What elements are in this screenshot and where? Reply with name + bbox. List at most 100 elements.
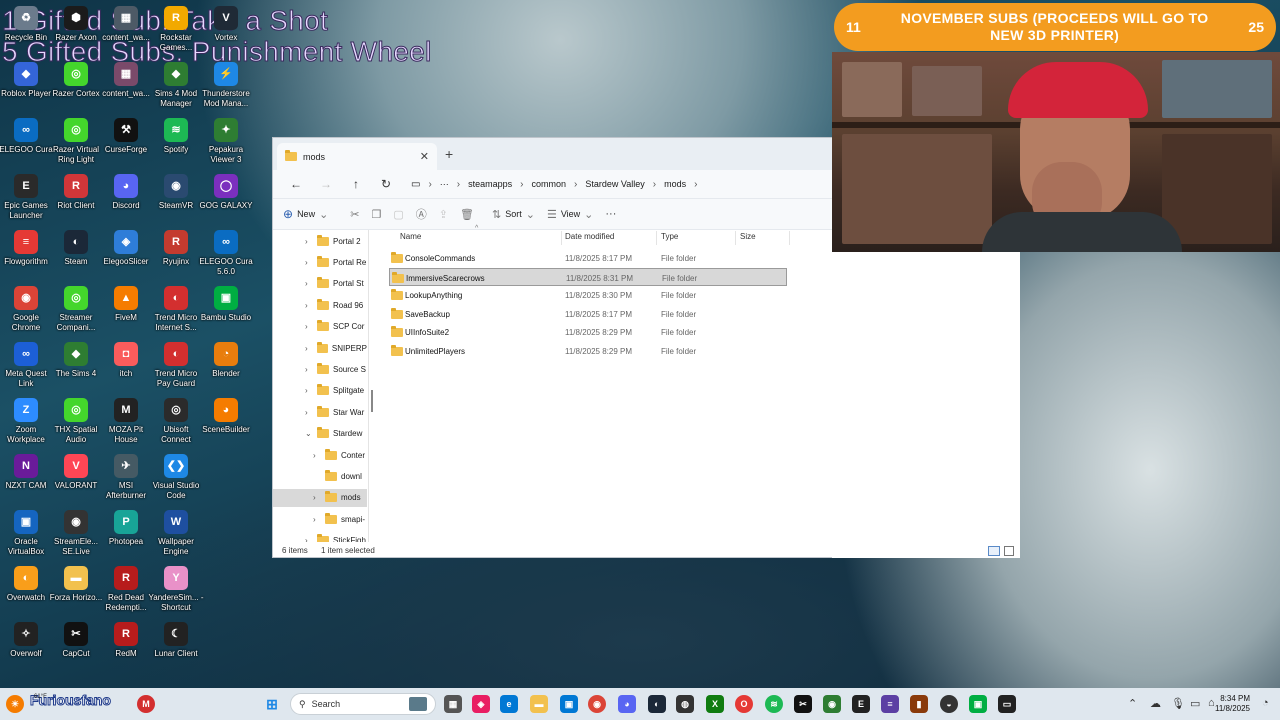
chevron-right-icon[interactable]: › xyxy=(305,279,313,288)
copilot-icon[interactable]: ◈ xyxy=(472,695,490,713)
desktop-icon[interactable]: ≡ Flowgorithm xyxy=(0,230,54,267)
nav-item[interactable]: › Road 96 xyxy=(273,296,367,314)
refresh-icon[interactable]: ↻ xyxy=(371,177,401,191)
column-separator[interactable] xyxy=(735,231,736,245)
more-path-icon[interactable]: ··· xyxy=(440,179,449,189)
desktop-icon[interactable]: Z Zoom Workplace xyxy=(0,398,54,445)
epic-icon[interactable]: E xyxy=(852,695,870,713)
breadcrumb-item[interactable]: common xyxy=(532,179,567,189)
desktop-icon[interactable]: ◔ Blender xyxy=(198,342,254,379)
desktop-icon[interactable]: ◆ Sims 4 Mod Manager xyxy=(148,62,204,109)
share-button[interactable]: ⇪ xyxy=(439,208,448,221)
nav-item[interactable]: › Splitgate xyxy=(273,382,367,400)
file-row[interactable]: ImmersiveScarecrows 11/8/2025 8:31 PM File… xyxy=(389,267,787,286)
rename-button[interactable]: Ⓐ xyxy=(416,206,427,222)
file-row[interactable]: ConsoleCommands 11/8/2025 8:17 PM File fol… xyxy=(389,249,787,267)
desktop-icon[interactable]: ≋ Spotify xyxy=(148,118,204,155)
desktop-icon[interactable]: Y YandereSim... - Shortcut xyxy=(148,566,204,613)
desktop-icon[interactable]: ▲ FiveM xyxy=(98,286,154,323)
nav-item[interactable]: › Conter xyxy=(273,446,367,464)
view-button[interactable]: ☰ View ⌄ xyxy=(547,208,593,221)
desktop-icon[interactable]: N NZXT CAM xyxy=(0,454,54,491)
column-separator[interactable] xyxy=(561,231,562,245)
file-row[interactable]: SaveBackup 11/8/2025 8:17 PM File folder xyxy=(389,305,787,323)
desktop-icon[interactable]: ▣ Bambu Studio xyxy=(198,286,254,323)
bambu-icon[interactable]: ▣ xyxy=(969,695,987,713)
app-icon[interactable]: ▮ xyxy=(910,695,928,713)
back-icon[interactable]: ← xyxy=(281,177,311,191)
chrome-icon[interactable]: ◉ xyxy=(588,695,606,713)
up-icon[interactable]: ↑ xyxy=(341,177,371,191)
start-icon[interactable]: ⊞ xyxy=(263,695,281,713)
forward-icon[interactable]: → xyxy=(311,177,341,191)
chevron-right-icon[interactable]: › xyxy=(305,258,313,267)
nav-item[interactable]: › Source S xyxy=(273,360,367,378)
desktop-icon[interactable]: ✦ Pepakura Viewer 3 xyxy=(198,118,254,165)
monitor-icon[interactable]: ▭ xyxy=(411,179,420,190)
desktop-icon[interactable]: M MOZA Pit House xyxy=(98,398,154,445)
nav-item[interactable]: › Portal St xyxy=(273,275,367,293)
desktop-icon[interactable]: ◎ Streamer Compani... xyxy=(48,286,104,333)
chevron-right-icon[interactable]: › xyxy=(313,451,321,460)
chevron-right-icon[interactable]: › xyxy=(305,344,313,353)
desktop-icon[interactable]: ⚒ CurseForge xyxy=(98,118,154,155)
desktop-icon[interactable]: V VALORANT xyxy=(48,454,104,491)
breadcrumb-item[interactable]: steamapps xyxy=(468,179,512,189)
new-button[interactable]: ⊕ New ⌄ xyxy=(283,207,328,221)
file-list[interactable]: Name ^ Date modified Type Size ConsoleCo… xyxy=(387,225,833,542)
discord-icon[interactable]: ◕ xyxy=(618,695,636,713)
desktop-icon[interactable]: ◆ Roblox Player xyxy=(0,62,54,99)
desktop-icon[interactable]: ❮❯ Visual Studio Code xyxy=(148,454,204,501)
desktop-icon[interactable]: ◐ Trend Micro Internet S... xyxy=(148,286,204,333)
column-date[interactable]: Date modified xyxy=(565,232,614,241)
desktop-icon[interactable]: ✧ Overwolf xyxy=(0,622,54,659)
desktop-icon[interactable]: ▣ Oracle VirtualBox xyxy=(0,510,54,557)
file-explorer-window[interactable]: mods ✕ + ← → ↑ ↻ ▭ › ··· › steamapps › c… xyxy=(272,137,832,558)
desktop-icon[interactable]: R Rockstar Games... xyxy=(148,6,204,53)
desktop-icon[interactable]: ◆ The Sims 4 xyxy=(48,342,104,379)
nav-item[interactable]: › StickFigh xyxy=(273,532,367,542)
desktop-icon[interactable]: ◈ ElegooSlicer xyxy=(98,230,154,267)
chevron-right-icon[interactable]: › xyxy=(305,536,313,542)
column-type[interactable]: Type xyxy=(661,232,678,241)
search-box[interactable]: ⚲ Search xyxy=(290,693,436,715)
desktop-icon[interactable]: V Vortex xyxy=(198,6,254,43)
opera-icon[interactable]: O xyxy=(735,695,753,713)
column-name[interactable]: Name xyxy=(400,232,421,241)
desktop-icon[interactable]: ⬢ Razer Axon xyxy=(48,6,104,43)
monitor-icon[interactable]: ▭ xyxy=(1190,697,1200,710)
desktop-icon[interactable]: ◎ Ubisoft Connect xyxy=(148,398,204,445)
nav-item[interactable]: ⌄ Stardew xyxy=(273,425,367,443)
mario-icon[interactable]: M xyxy=(137,695,155,713)
chevron-right-icon[interactable]: › xyxy=(313,515,321,524)
desktop-icon[interactable]: ◉ Google Chrome xyxy=(0,286,54,333)
desktop-icon[interactable]: ▦ content_wa... xyxy=(98,6,154,43)
cloud-icon[interactable]: ☁ xyxy=(1150,697,1161,710)
desktop-icon[interactable]: ◐ Overwatch xyxy=(0,566,54,603)
navigation-pane[interactable]: › Portal 2 › Portal Re › Portal St › Road 96 › SC… xyxy=(273,230,369,542)
desktop-icon[interactable]: R RedM xyxy=(98,622,154,659)
nav-item[interactable]: › Portal 2 xyxy=(273,232,367,250)
desktop-icon[interactable]: ∞ ELEGOO Cura xyxy=(0,118,54,155)
desktop-icon[interactable]: ∞ Meta Quest Link xyxy=(0,342,54,389)
desktop-icon[interactable]: ◐ Steam xyxy=(48,230,104,267)
nav-item[interactable]: › SNIPERP xyxy=(273,339,367,357)
more-options-button[interactable]: ··· xyxy=(605,208,616,220)
nav-item[interactable]: › Portal Re xyxy=(273,253,367,271)
desktop-icon[interactable]: E Epic Games Launcher xyxy=(0,174,54,221)
desktop-icon[interactable]: ◎ THX Spatial Audio xyxy=(48,398,104,445)
file-row[interactable]: LookupAnything 11/8/2025 8:30 PM File fold… xyxy=(389,286,787,304)
desktop-icon[interactable]: W Wallpaper Engine xyxy=(148,510,204,557)
nav-item[interactable]: › Star War xyxy=(273,403,367,421)
breadcrumb-item[interactable]: Stardew Valley xyxy=(585,179,644,189)
chevron-right-icon[interactable]: › xyxy=(305,322,313,331)
column-separator[interactable] xyxy=(789,231,790,245)
xbox-icon[interactable]: X xyxy=(706,695,724,713)
chevron-right-icon[interactable]: › xyxy=(305,408,313,417)
close-tab-icon[interactable]: ✕ xyxy=(420,150,429,163)
chevron-right-icon[interactable]: › xyxy=(305,237,313,246)
app-icon[interactable]: ◒ xyxy=(940,695,958,713)
nav-item[interactable]: › SCP Cor xyxy=(273,318,367,336)
desktop-icon[interactable]: ∞ ELEGOO Cura 5.6.0 xyxy=(198,230,254,277)
chevron-right-icon[interactable]: › xyxy=(313,493,321,502)
